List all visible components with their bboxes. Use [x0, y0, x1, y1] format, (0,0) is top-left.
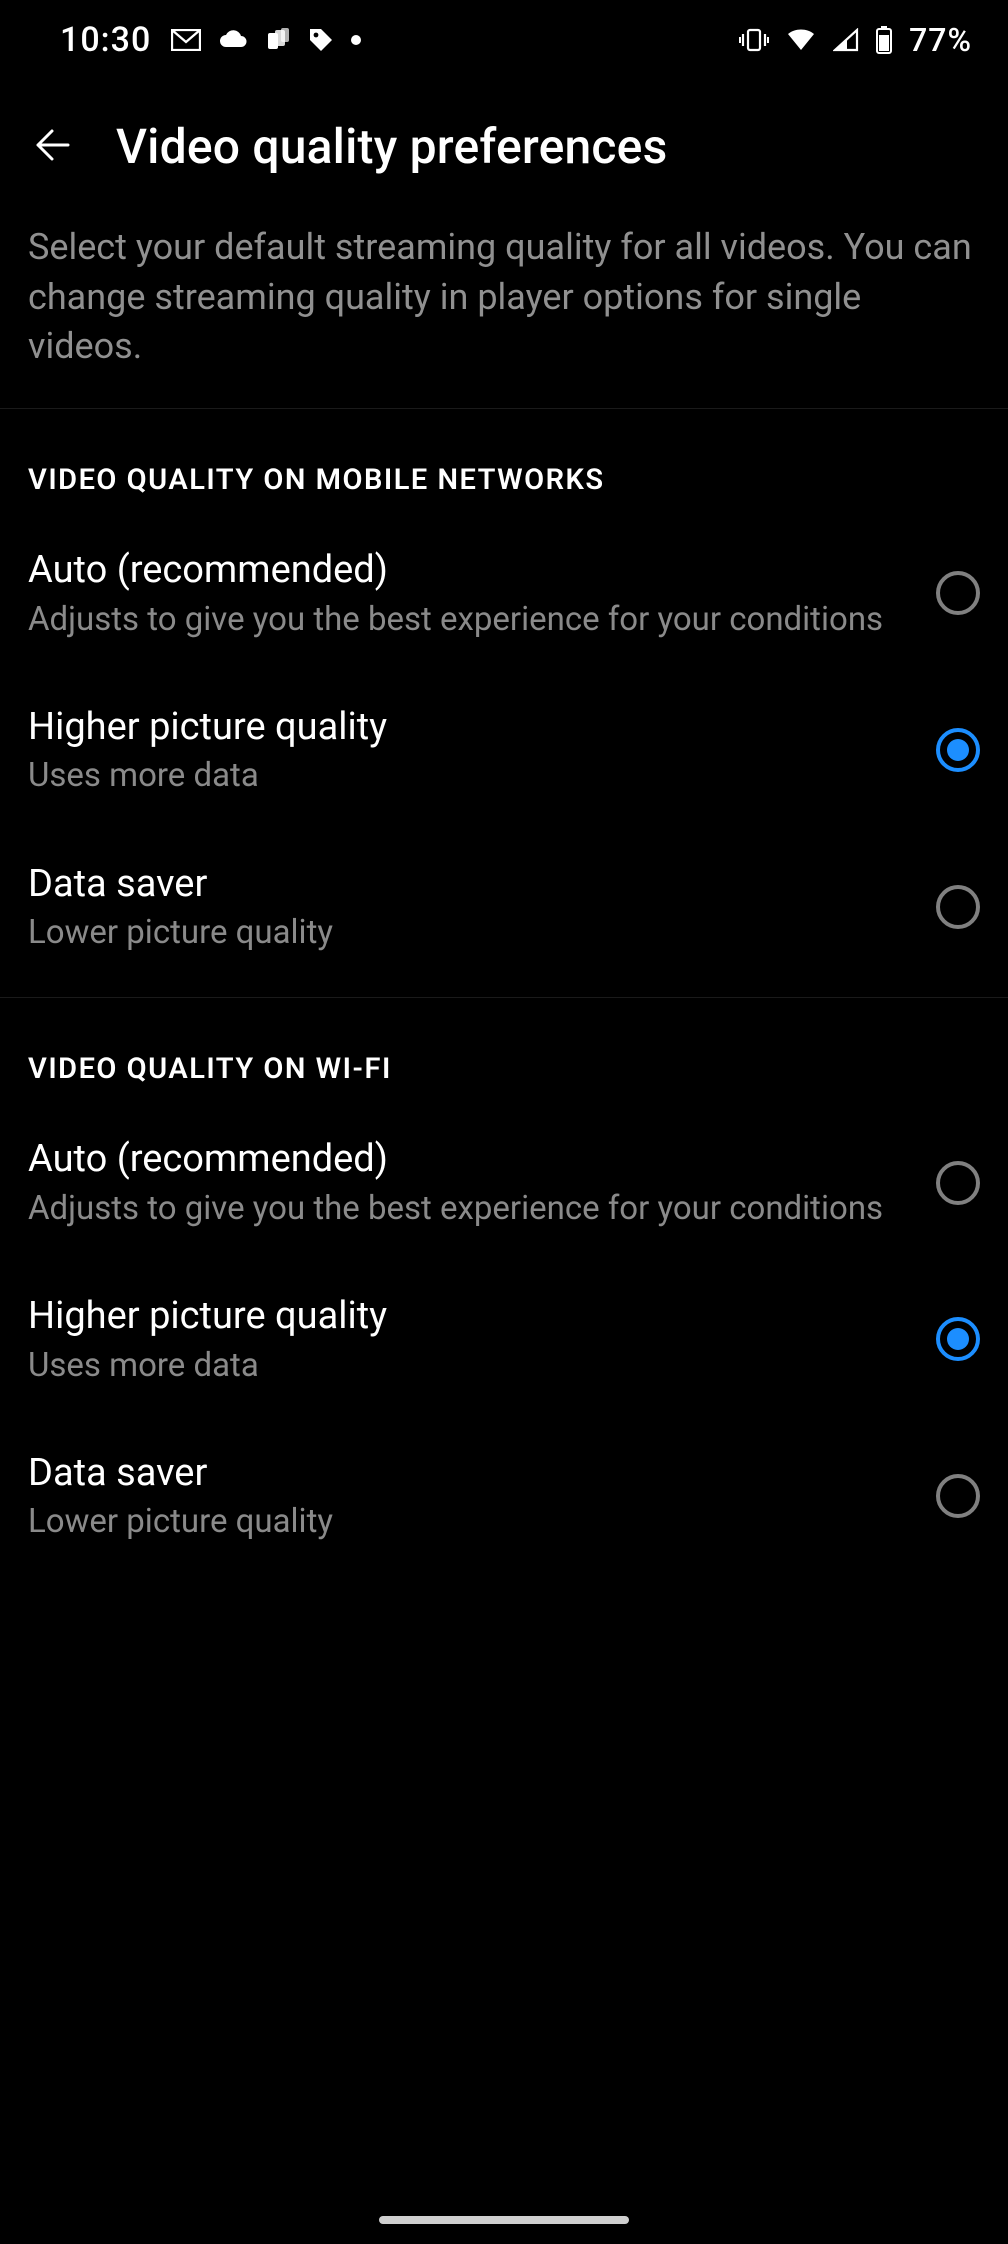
cloud-icon — [217, 29, 249, 51]
option-subtitle: Adjusts to give you the best experience … — [28, 1188, 912, 1229]
wifi-icon — [785, 28, 817, 52]
stack-icon — [265, 27, 291, 53]
option-title: Higher picture quality — [28, 1293, 912, 1341]
status-left: 10:30 — [60, 20, 361, 60]
wifi-option-higher[interactable]: Higher picture quality Uses more data — [0, 1261, 1008, 1418]
option-text: Auto (recommended) Adjusts to give you t… — [28, 547, 936, 640]
back-arrow-icon — [32, 125, 72, 168]
status-bar: 10:30 77% — [0, 0, 1008, 80]
mobile-option-auto[interactable]: Auto (recommended) Adjusts to give you t… — [0, 515, 1008, 672]
notification-dot-icon — [351, 35, 361, 45]
page-description: Select your default streaming quality fo… — [0, 195, 1008, 409]
wifi-option-data-saver[interactable]: Data saver Lower picture quality — [0, 1418, 1008, 1575]
gmail-icon — [171, 29, 201, 51]
section-header-wifi: VIDEO QUALITY ON WI-FI — [0, 998, 1008, 1104]
option-text: Higher picture quality Uses more data — [28, 704, 936, 797]
option-text: Auto (recommended) Adjusts to give you t… — [28, 1136, 936, 1229]
status-right: 77% — [739, 21, 972, 59]
option-text: Higher picture quality Uses more data — [28, 1293, 936, 1386]
option-subtitle: Uses more data — [28, 1345, 912, 1386]
tag-icon — [307, 26, 335, 54]
option-title: Auto (recommended) — [28, 547, 912, 595]
back-button[interactable] — [28, 123, 76, 171]
option-text: Data saver Lower picture quality — [28, 1450, 936, 1543]
status-time: 10:30 — [60, 20, 151, 60]
option-subtitle: Adjusts to give you the best experience … — [28, 599, 912, 640]
mobile-option-data-saver[interactable]: Data saver Lower picture quality — [0, 829, 1008, 986]
option-subtitle: Lower picture quality — [28, 1501, 912, 1542]
battery-percentage: 77% — [909, 21, 972, 59]
page-title: Video quality preferences — [116, 118, 668, 175]
home-indicator[interactable] — [379, 2216, 629, 2224]
section-header-mobile: VIDEO QUALITY ON MOBILE NETWORKS — [0, 409, 1008, 515]
option-title: Data saver — [28, 861, 912, 909]
radio-button[interactable] — [936, 1474, 980, 1518]
cellular-icon — [833, 28, 859, 52]
option-subtitle: Lower picture quality — [28, 912, 912, 953]
option-text: Data saver Lower picture quality — [28, 861, 936, 954]
option-title: Higher picture quality — [28, 704, 912, 752]
option-subtitle: Uses more data — [28, 755, 912, 796]
battery-icon — [875, 26, 893, 54]
option-title: Data saver — [28, 1450, 912, 1498]
mobile-option-higher[interactable]: Higher picture quality Uses more data — [0, 672, 1008, 829]
radio-button[interactable] — [936, 885, 980, 929]
option-title: Auto (recommended) — [28, 1136, 912, 1184]
vibrate-icon — [739, 28, 769, 52]
page-header: Video quality preferences — [0, 80, 1008, 195]
wifi-option-auto[interactable]: Auto (recommended) Adjusts to give you t… — [0, 1104, 1008, 1261]
radio-button[interactable] — [936, 1317, 980, 1361]
radio-button[interactable] — [936, 1161, 980, 1205]
radio-button[interactable] — [936, 728, 980, 772]
radio-button[interactable] — [936, 571, 980, 615]
